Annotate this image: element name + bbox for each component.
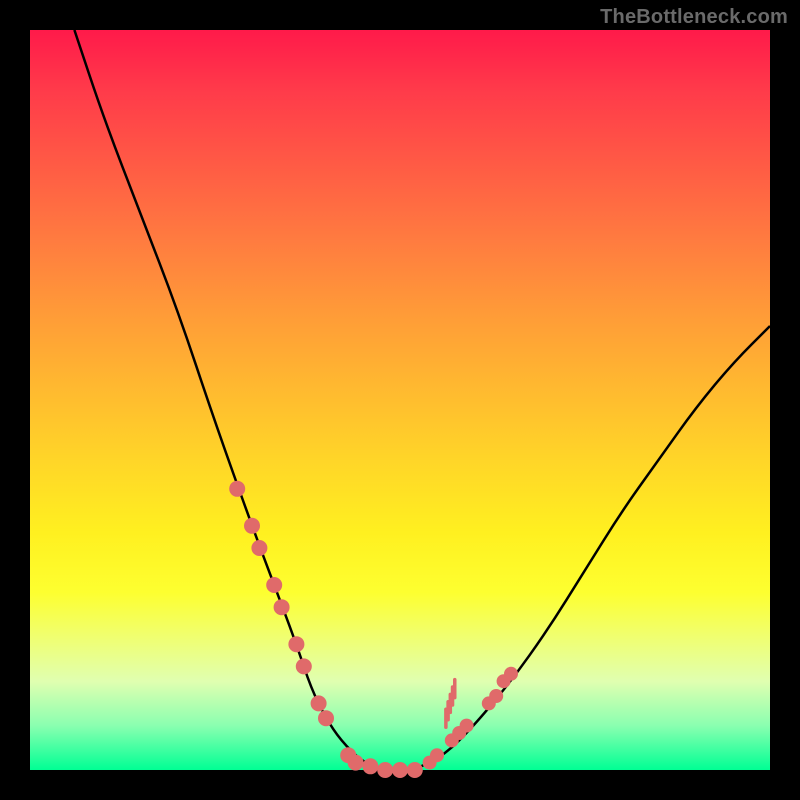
data-point [274, 599, 290, 615]
data-point [348, 755, 364, 771]
data-point [311, 695, 327, 711]
data-point [244, 518, 260, 534]
watermark-text: TheBottleneck.com [600, 6, 788, 29]
data-point [430, 748, 444, 762]
data-point [504, 667, 518, 681]
data-point [318, 710, 334, 726]
bottleneck-curve [74, 30, 770, 770]
data-point [266, 577, 282, 593]
data-point [377, 762, 393, 778]
data-point [489, 689, 503, 703]
chart-svg-layer [30, 30, 770, 770]
chart-container: TheBottleneck.com [0, 0, 800, 800]
data-point [296, 658, 312, 674]
data-points-right [423, 667, 518, 770]
vertical-tick-cluster [446, 680, 455, 728]
data-point [392, 762, 408, 778]
data-point [407, 762, 423, 778]
data-point [229, 481, 245, 497]
data-points-left [229, 481, 423, 778]
data-point [251, 540, 267, 556]
data-point [288, 636, 304, 652]
data-point [460, 719, 474, 733]
data-point [362, 758, 378, 774]
